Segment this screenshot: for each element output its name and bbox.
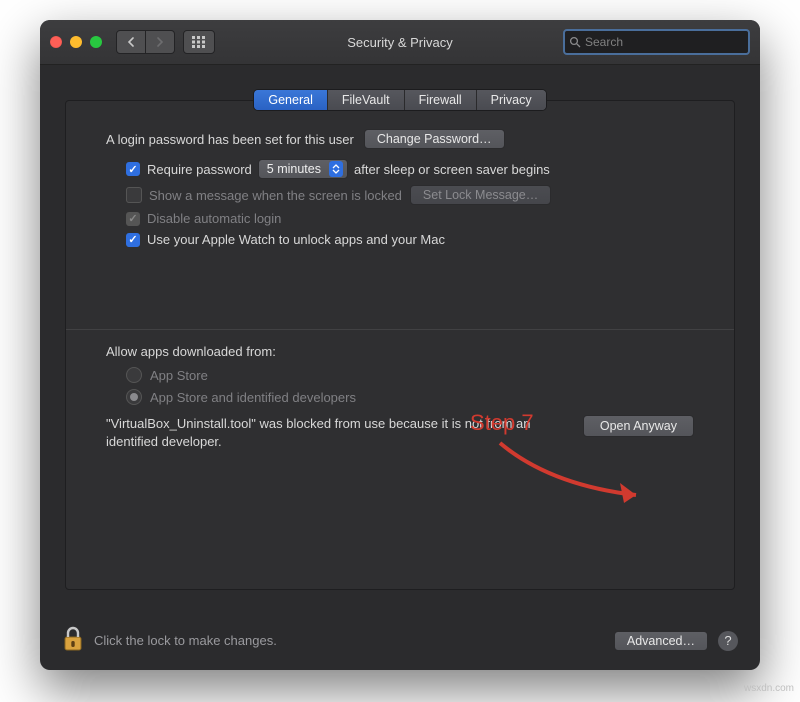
grid-icon	[192, 36, 206, 48]
disable-auto-login-checkbox: ✓	[126, 212, 140, 226]
show-message-label: Show a message when the screen is locked	[149, 188, 402, 203]
radio-app-store	[126, 367, 142, 383]
content-panel: General FileVault Firewall Privacy A log…	[65, 100, 735, 590]
back-button[interactable]	[116, 30, 146, 54]
section-divider	[66, 329, 734, 330]
nav-buttons	[116, 30, 175, 54]
after-sleep-label: after sleep or screen saver begins	[354, 162, 550, 177]
radio-app-store-label: App Store	[150, 368, 208, 383]
tab-general[interactable]: General	[254, 90, 327, 110]
disable-auto-login-label: Disable automatic login	[147, 211, 281, 226]
lock-hint-label: Click the lock to make changes.	[94, 633, 277, 648]
lock-button[interactable]	[62, 625, 88, 656]
open-anyway-button[interactable]: Open Anyway	[583, 415, 694, 437]
apple-watch-checkbox[interactable]: ✓	[126, 233, 140, 247]
lock-icon	[62, 625, 84, 653]
require-password-delay-value: 5 minutes	[267, 162, 321, 176]
allow-apps-heading: Allow apps downloaded from:	[106, 344, 694, 359]
blocked-app-message: "VirtualBox_Uninstall.tool" was blocked …	[106, 415, 565, 450]
help-button[interactable]: ?	[718, 631, 738, 651]
minimize-window-button[interactable]	[70, 36, 82, 48]
login-password-set-label: A login password has been set for this u…	[106, 132, 354, 147]
set-lock-message-button: Set Lock Message…	[410, 185, 551, 205]
require-password-checkbox[interactable]: ✓	[126, 162, 140, 176]
chevron-right-icon	[156, 37, 164, 47]
search-input[interactable]	[583, 34, 744, 50]
require-password-delay-popup[interactable]: 5 minutes	[258, 159, 348, 179]
radio-app-store-dev	[126, 389, 142, 405]
tab-firewall[interactable]: Firewall	[405, 90, 477, 110]
tab-privacy[interactable]: Privacy	[477, 90, 546, 110]
show-all-button[interactable]	[183, 30, 215, 54]
tab-filevault[interactable]: FileVault	[328, 90, 405, 110]
window-controls	[50, 36, 102, 48]
search-field[interactable]	[563, 29, 750, 55]
titlebar: Security & Privacy	[40, 20, 760, 65]
show-message-checkbox	[126, 187, 142, 203]
preferences-window: Security & Privacy General FileVault Fir…	[40, 20, 760, 670]
close-window-button[interactable]	[50, 36, 62, 48]
tab-bar: General FileVault Firewall Privacy	[66, 89, 734, 111]
watermark: wsxdn.com	[744, 683, 794, 694]
zoom-window-button[interactable]	[90, 36, 102, 48]
chevron-left-icon	[127, 37, 135, 47]
apple-watch-label: Use your Apple Watch to unlock apps and …	[147, 232, 445, 247]
forward-button[interactable]	[146, 30, 175, 54]
search-icon	[569, 36, 581, 48]
change-password-button[interactable]: Change Password…	[364, 129, 505, 149]
require-password-label: Require password	[147, 162, 252, 177]
updown-chev-icon	[329, 161, 343, 177]
radio-app-store-dev-label: App Store and identified developers	[150, 390, 356, 405]
advanced-button[interactable]: Advanced…	[614, 631, 708, 651]
footer: Click the lock to make changes. Advanced…	[62, 625, 738, 656]
